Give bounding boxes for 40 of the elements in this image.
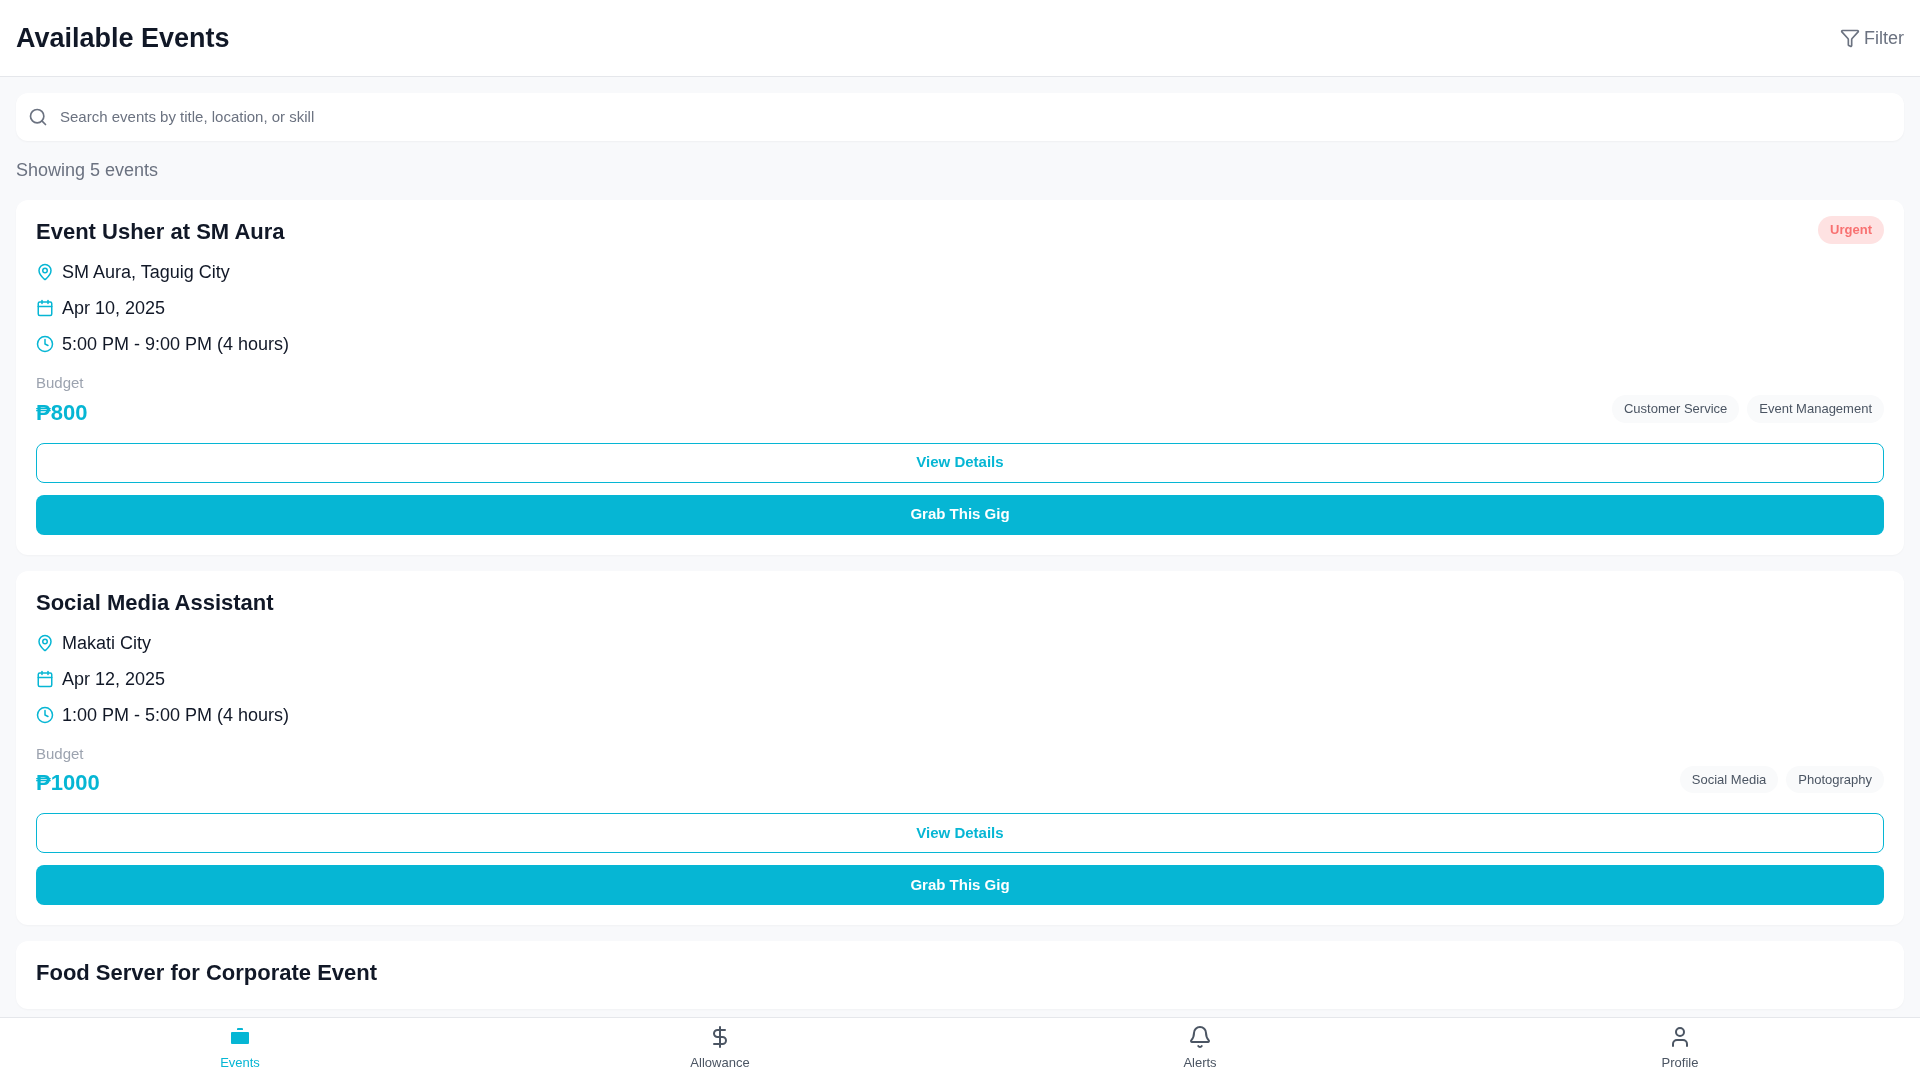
calendar-icon xyxy=(36,669,54,688)
event-location: SM Aura, Taguig City xyxy=(62,261,230,284)
search-input[interactable]: Search events by title, location, or skill xyxy=(60,105,1892,129)
budget-amount: ₱1000 xyxy=(36,769,100,797)
event-time: 5:00 PM - 9:00 PM (4 hours) xyxy=(62,333,290,356)
clock-icon xyxy=(36,335,54,353)
skill-tag: Event Management xyxy=(1747,395,1884,423)
event-title: Event Usher at SM Aura xyxy=(36,218,285,246)
budget-label: Budget xyxy=(36,743,85,764)
page-title: Available Events xyxy=(16,21,230,55)
grab-gig-button[interactable]: Grab This Gig xyxy=(36,865,1884,905)
grab-gig-button[interactable]: Grab This Gig xyxy=(36,494,1884,535)
event-time: 1:00 PM - 5:00 PM (4 hours) xyxy=(62,703,290,727)
budget-label: Budget xyxy=(36,373,85,393)
view-details-button[interactable]: View Details xyxy=(36,813,1884,853)
event-location: Makati City xyxy=(62,631,151,655)
event-date: Apr 10, 2025 xyxy=(62,297,166,320)
map-pin-icon xyxy=(36,263,54,281)
search-field[interactable]: Search events by title, location, or skill xyxy=(16,93,1904,141)
results-count: Showing 5 events xyxy=(16,159,160,182)
skill-tag: Photography xyxy=(1786,765,1884,793)
nav-tab[interactable]: Allowance xyxy=(480,1018,960,1080)
search-icon xyxy=(28,107,48,127)
budget-amount: ₱800 xyxy=(36,398,88,427)
event-title: Social Media Assistant xyxy=(36,588,274,617)
event-title: Food Server for Corporate Event xyxy=(36,959,378,987)
nav-tab[interactable]: Events xyxy=(0,1018,480,1080)
clock-icon xyxy=(36,705,54,724)
skill-tag: Customer Service xyxy=(1611,395,1740,423)
event-date: Apr 12, 2025 xyxy=(62,667,166,691)
calendar-icon xyxy=(36,299,54,317)
filter-icon xyxy=(1840,28,1860,48)
skill-tag: Social Media xyxy=(1679,765,1779,793)
bell-icon xyxy=(1188,1025,1212,1050)
map-pin-icon xyxy=(36,633,54,652)
urgent-badge: Urgent xyxy=(1818,216,1884,244)
view-details-button[interactable]: View Details xyxy=(36,442,1884,483)
nav-tab[interactable]: Alerts xyxy=(960,1018,1440,1080)
nav-tab[interactable]: Profile xyxy=(1440,1018,1920,1080)
filter-button[interactable]: Filter xyxy=(1840,24,1904,52)
